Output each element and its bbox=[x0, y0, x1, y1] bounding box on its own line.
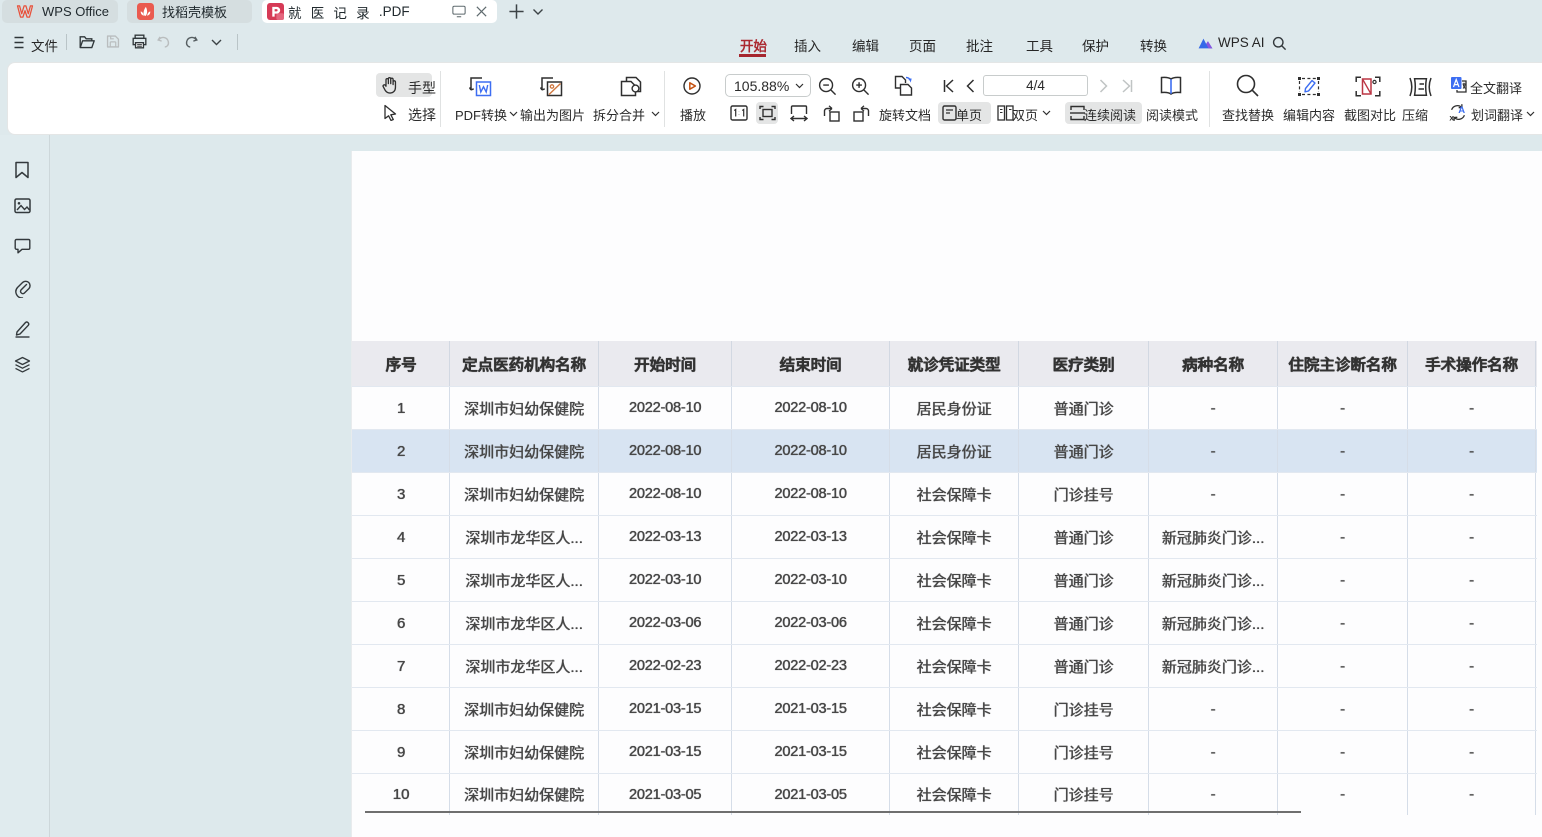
svg-text:A: A bbox=[1458, 105, 1465, 116]
svg-text:x: x bbox=[1449, 113, 1454, 122]
